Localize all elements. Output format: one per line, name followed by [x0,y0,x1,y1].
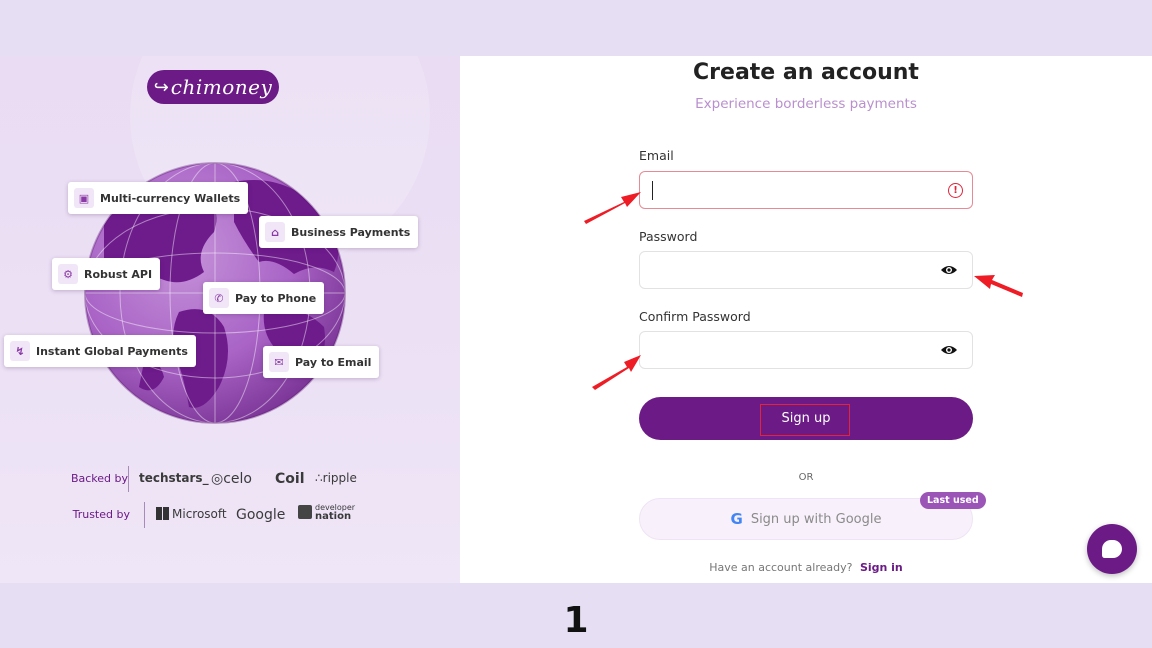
backed-by-row: Backed by techstars_ ◎celo Coil ∴ripple [0,466,460,492]
marketing-panel: ↪ chimoney ▣ Multi-currency Wallets ⌂ Bu… [0,56,460,583]
ripple-logo: ∴ripple [315,471,357,485]
developer-nation-text: developer nation [315,503,355,522]
feature-label: Multi-currency Wallets [100,191,241,205]
chat-button[interactable] [1087,524,1137,574]
signin-link[interactable]: Sign in [860,561,903,574]
email-field[interactable]: ! [639,171,973,209]
last-used-badge: Last used [920,492,986,509]
email-input[interactable] [652,180,932,200]
signup-button-label: Sign up [781,411,831,426]
error-alert-icon: ! [948,183,963,198]
backed-by-label: Backed by [70,472,128,485]
feature-instant-global-payments: ↯ Instant Global Payments [4,335,196,367]
mail-icon: ✉ [269,352,289,372]
gear-icon: ⚙ [58,264,78,284]
step-number: 1 [563,600,589,641]
page-title: Create an account [693,60,919,85]
signin-prompt: Have an account already? Sign in [460,561,1152,574]
have-account-text: Have an account already? [709,561,853,574]
nation-word: nation [315,511,352,522]
page-subtitle: Experience borderless payments [695,96,917,112]
feature-pay-to-email: ✉ Pay to Email [263,346,380,378]
microsoft-text: Microsoft [172,507,227,521]
confirm-password-field[interactable] [639,331,973,369]
trusted-by-row: Trusted by Microsoft Google developer nat… [0,502,460,528]
logo-text: chimoney [170,75,273,99]
google-logo: Google [236,507,286,523]
text-cursor [652,181,653,200]
microsoft-logo: Microsoft [156,507,227,521]
microsoft-icon [156,507,169,520]
eye-icon[interactable] [940,263,958,277]
signup-button[interactable]: Sign up [639,397,973,440]
ripple-text: ripple [322,471,357,485]
password-input[interactable] [652,260,932,280]
chimoney-logo: ↪ chimoney [147,70,279,104]
divider [144,502,145,528]
top-band [0,0,1152,56]
chat-bubble-icon [1102,540,1122,558]
techstars-logo: techstars_ [139,471,209,485]
password-label: Password [639,229,698,244]
feature-label: Robust API [84,267,153,281]
feature-robust-api: ⚙ Robust API [52,258,161,290]
wallet-icon: ▣ [74,188,94,208]
feature-multi-currency-wallets: ▣ Multi-currency Wallets [68,182,249,214]
confirm-password-input[interactable] [652,340,932,360]
or-divider: OR [798,472,814,483]
lightning-icon: ↯ [10,341,30,361]
bank-icon: ⌂ [265,222,285,242]
google-icon: G [730,510,743,528]
feature-label: Pay to Email [295,355,372,369]
trusted-by-label: Trusted by [72,508,130,521]
eye-icon[interactable] [940,343,958,357]
feature-business-payments: ⌂ Business Payments [259,216,419,248]
chimoney-logo-icon: ↪ [153,76,169,97]
signup-panel: Create an account Experience borderless … [460,56,1152,583]
developer-nation-logo: developer nation [298,503,355,522]
feature-label: Instant Global Payments [36,344,188,358]
phone-icon: ✆ [209,288,229,308]
developer-nation-icon [298,505,312,519]
feature-label: Business Payments [291,225,411,239]
password-field[interactable] [639,251,973,289]
coil-logo: Coil [275,471,305,487]
celo-text: celo [223,471,252,487]
feature-label: Pay to Phone [235,291,317,305]
email-label: Email [639,148,674,163]
divider [128,466,129,492]
google-signup-label: Sign up with Google [750,511,882,527]
confirm-password-label: Confirm Password [639,309,751,324]
celo-logo: ◎celo [211,471,252,487]
feature-pay-to-phone: ✆ Pay to Phone [203,282,325,314]
